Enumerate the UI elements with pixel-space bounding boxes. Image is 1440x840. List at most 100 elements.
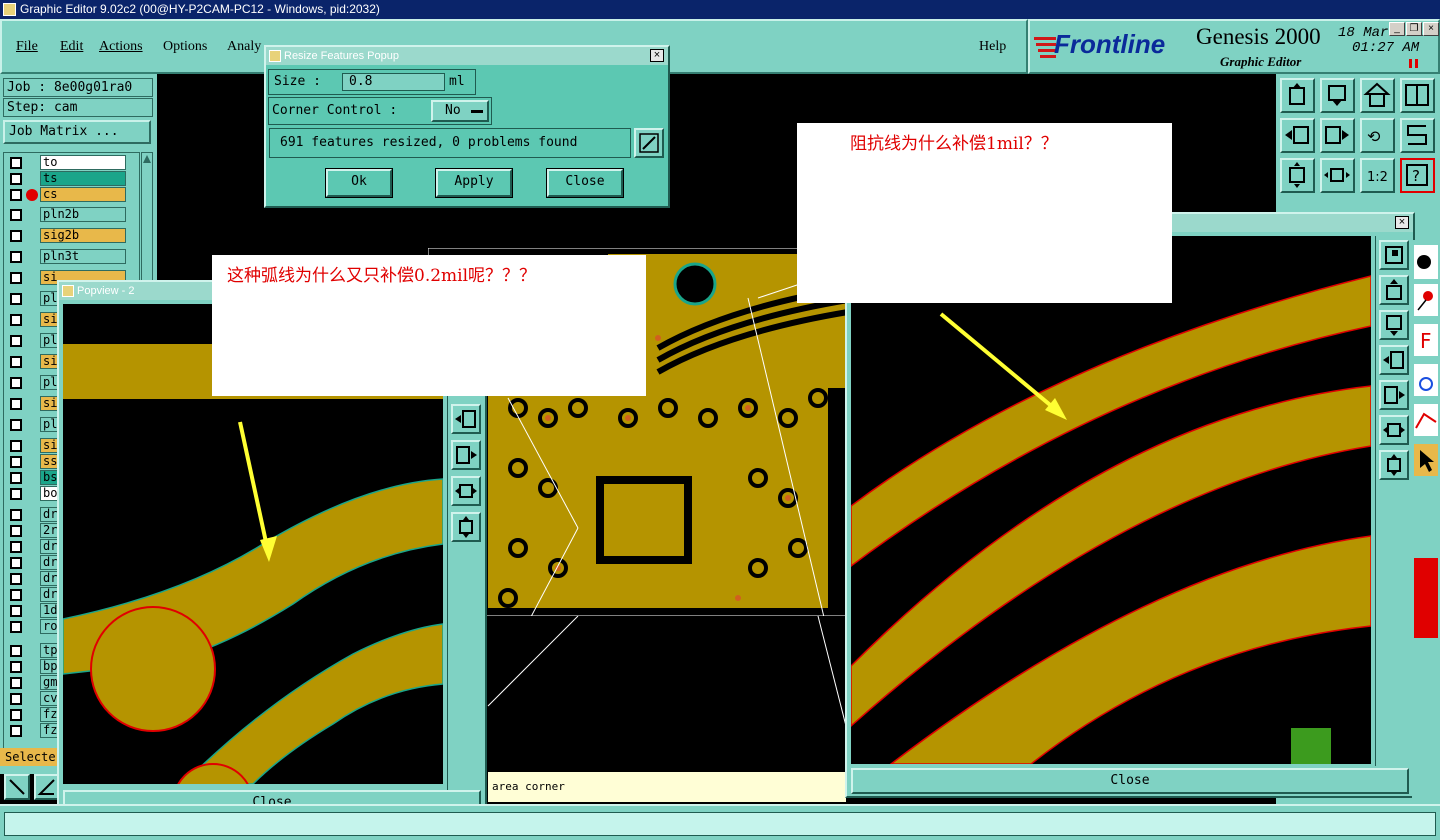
tool-ratio-button[interactable]: 1:2 <box>1360 158 1395 193</box>
tool-help-button[interactable]: ? <box>1400 158 1435 193</box>
layer-checkbox[interactable] <box>10 293 22 305</box>
scroll-up-icon[interactable] <box>142 154 152 164</box>
layer-checkbox[interactable] <box>10 440 22 452</box>
layer-checkbox[interactable] <box>10 272 22 284</box>
layer-row[interactable]: pln3t <box>4 249 139 265</box>
tool-pan-left-button[interactable] <box>1280 118 1315 153</box>
layer-checkbox[interactable] <box>10 677 22 689</box>
tool-mirror-button[interactable]: ⟲ <box>1360 118 1395 153</box>
pause-icon[interactable] <box>1409 59 1418 68</box>
menu-file[interactable]: File <box>16 39 38 55</box>
main-canvas-lower[interactable] <box>428 615 848 772</box>
layer-checkbox[interactable] <box>10 661 22 673</box>
tool-house-button[interactable] <box>1360 78 1395 113</box>
popview-right-close-icon[interactable]: × <box>1395 216 1409 229</box>
tool-line-button[interactable] <box>1414 404 1438 436</box>
menu-edit[interactable]: Edit <box>60 39 83 55</box>
layer-checkbox[interactable] <box>10 725 22 737</box>
layer-checkbox[interactable] <box>10 589 22 601</box>
tool-zoom-home-button[interactable] <box>1280 78 1315 113</box>
popview-left-center-button[interactable] <box>451 512 481 542</box>
layer-checkbox[interactable] <box>10 377 22 389</box>
tool-snake-button[interactable] <box>1400 118 1435 153</box>
tool-zoom-down-button[interactable] <box>1320 78 1355 113</box>
size-input[interactable]: 0.8 <box>342 73 445 91</box>
layer-checkbox[interactable] <box>10 645 22 657</box>
tool-circle-button[interactable] <box>1414 245 1438 279</box>
layer-checkbox[interactable] <box>10 456 22 468</box>
layer-name[interactable]: to <box>40 155 126 170</box>
popview-right-up-button[interactable] <box>1379 275 1409 305</box>
layer-name[interactable]: pln3t <box>40 249 126 264</box>
tool-center-button[interactable] <box>1320 158 1355 193</box>
layer-row[interactable]: sig2b <box>4 228 139 244</box>
layer-checkbox[interactable] <box>10 356 22 368</box>
layer-checkbox[interactable] <box>10 230 22 242</box>
popview-left-fit-button[interactable] <box>451 476 481 506</box>
popview-right-fit-button[interactable] <box>1379 415 1409 445</box>
layer-checkbox[interactable] <box>10 157 22 169</box>
tool-select-button[interactable] <box>1414 444 1438 476</box>
layer-checkbox[interactable] <box>10 709 22 721</box>
close-window-icon[interactable]: × <box>1423 22 1439 36</box>
layer-name[interactable]: cs <box>40 187 126 202</box>
popview-right-left-button[interactable] <box>1379 345 1409 375</box>
restore-icon[interactable]: ❐ <box>1406 22 1422 36</box>
popview-left-pan-right-button[interactable] <box>451 440 481 470</box>
popview-right-close-button[interactable]: Close <box>851 768 1409 794</box>
layer-checkbox[interactable] <box>10 209 22 221</box>
tool-fit-button[interactable] <box>1280 158 1315 193</box>
layer-checkbox[interactable] <box>10 398 22 410</box>
layer-name[interactable]: pln2b <box>40 207 126 222</box>
ok-button[interactable]: Ok <box>325 168 393 198</box>
popup-close-icon[interactable]: × <box>650 49 664 62</box>
layer-row[interactable]: cs <box>4 187 139 203</box>
layer-checkbox[interactable] <box>10 335 22 347</box>
layer-checkbox[interactable] <box>10 525 22 537</box>
layer-name[interactable]: sig2b <box>40 228 126 243</box>
job-matrix-button[interactable]: Job Matrix ... <box>3 120 151 144</box>
menu-help[interactable]: Help <box>979 39 1006 55</box>
layer-checkbox[interactable] <box>10 419 22 431</box>
layer-checkbox[interactable] <box>10 693 22 705</box>
layer-row[interactable]: ts <box>4 171 139 187</box>
center-icon <box>1387 454 1401 476</box>
pan-left-icon <box>455 410 476 428</box>
popview-left-pan-left-button[interactable] <box>451 404 481 434</box>
popview-right-canvas[interactable] <box>851 236 1371 764</box>
corner-select[interactable]: No <box>431 100 489 122</box>
layer-checkbox[interactable] <box>10 605 22 617</box>
layer-checkbox[interactable] <box>10 621 22 633</box>
layer-checkbox[interactable] <box>10 557 22 569</box>
layer-row[interactable]: to <box>4 155 139 171</box>
popview-right-down-button[interactable] <box>1379 310 1409 340</box>
zoom-tool-button[interactable] <box>4 774 30 800</box>
layer-checkbox[interactable] <box>10 251 22 263</box>
popview-right-right-button[interactable] <box>1379 380 1409 410</box>
layer-checkbox[interactable] <box>10 472 22 484</box>
popview-right-zoom-button[interactable] <box>1379 240 1409 270</box>
minimize-icon[interactable]: _ <box>1389 22 1405 36</box>
layer-checkbox[interactable] <box>10 314 22 326</box>
tool-point-button[interactable] <box>1414 284 1438 316</box>
layer-checkbox[interactable] <box>10 189 22 201</box>
tool-shape-button[interactable] <box>1414 364 1438 396</box>
edit-status-button[interactable] <box>634 128 664 158</box>
close-button[interactable]: Close <box>546 168 624 198</box>
layer-checkbox[interactable] <box>10 573 22 585</box>
apply-button[interactable]: Apply <box>435 168 513 198</box>
popview-right-center-button[interactable] <box>1379 450 1409 480</box>
layer-checkbox[interactable] <box>10 488 22 500</box>
menu-options[interactable]: Options <box>163 39 207 55</box>
resize-status: 691 features resized, 0 problems found <box>269 128 631 158</box>
menu-analysis[interactable]: Analy <box>227 39 261 55</box>
layer-checkbox[interactable] <box>10 541 22 553</box>
tool-pan-right-button[interactable] <box>1320 118 1355 153</box>
tool-font-button[interactable]: F <box>1414 324 1438 356</box>
layer-name[interactable]: ts <box>40 171 126 186</box>
layer-row[interactable]: pln2b <box>4 207 139 223</box>
menu-actions[interactable]: Actions <box>99 39 143 55</box>
layer-checkbox[interactable] <box>10 173 22 185</box>
tool-split-button[interactable] <box>1400 78 1435 113</box>
layer-checkbox[interactable] <box>10 509 22 521</box>
